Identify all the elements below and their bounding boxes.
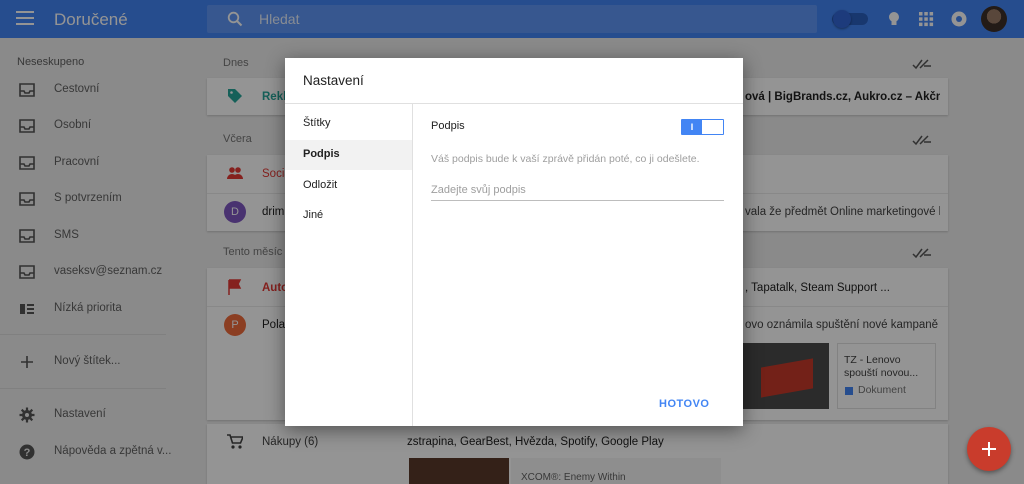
nav-label: Odložit xyxy=(303,179,338,191)
dialog-title: Nastavení xyxy=(303,73,364,88)
done-button[interactable]: HOTOVO xyxy=(659,398,709,410)
settings-nav-signature[interactable]: Podpis xyxy=(285,140,412,170)
dialog-divider xyxy=(412,104,413,426)
settings-nav-snooze[interactable]: Odložit xyxy=(285,171,412,201)
toggle-on-indicator: I xyxy=(682,120,702,134)
nav-label: Podpis xyxy=(303,148,340,160)
settings-dialog: Nastavení Štítky Podpis Odložit Jiné Pod… xyxy=(285,58,743,426)
settings-nav-other[interactable]: Jiné xyxy=(285,201,412,231)
settings-nav-labels[interactable]: Štítky xyxy=(285,109,412,139)
signature-heading: Podpis xyxy=(431,120,465,132)
compose-button[interactable] xyxy=(967,427,1011,471)
nav-label: Štítky xyxy=(303,117,331,129)
signature-toggle[interactable]: I xyxy=(681,119,724,135)
dialog-divider xyxy=(285,103,743,104)
signature-input[interactable] xyxy=(431,180,724,201)
nav-label: Jiné xyxy=(303,209,324,221)
signature-description: Váš podpis bude k vaší zprávě přidán pot… xyxy=(431,153,700,165)
